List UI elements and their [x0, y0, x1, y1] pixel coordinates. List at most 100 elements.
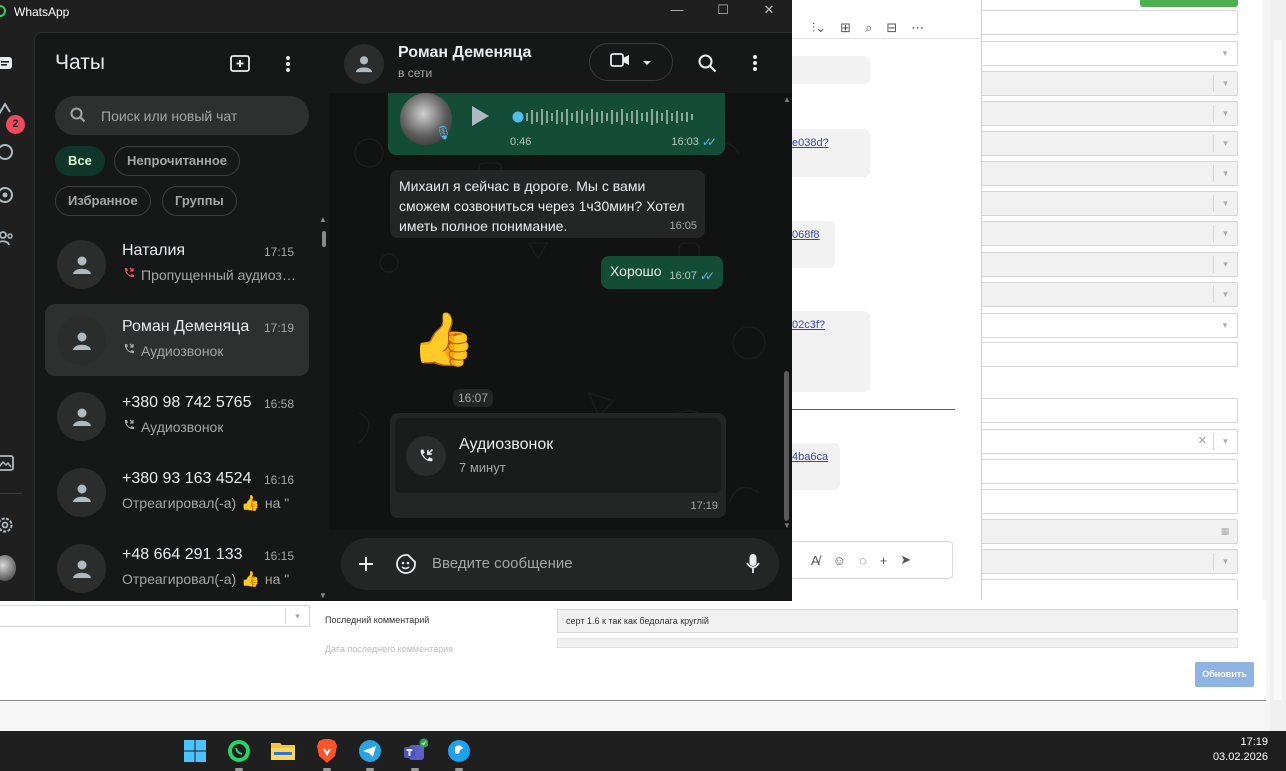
filter-unread[interactable]: Непрочитанное: [114, 146, 241, 176]
chevron-down-icon: [642, 53, 652, 71]
chat-preview: Аудиозвонок: [141, 342, 224, 359]
settings-icon[interactable]: [0, 514, 16, 536]
play-icon[interactable]: [470, 105, 490, 130]
bottom-select[interactable]: ▾: [0, 605, 310, 627]
chat-name: Наталия: [122, 242, 186, 259]
incoming-message-bubble[interactable]: Михаил я сейчас в дороге. Мы с вами смож…: [390, 170, 705, 238]
channels-icon[interactable]: [0, 141, 16, 163]
comment-link[interactable]: 4ba6ca: [792, 451, 828, 463]
thumbs-up-sticker[interactable]: 👍: [411, 310, 476, 370]
send-icon[interactable]: ➤: [900, 552, 911, 568]
whatsapp-taskbar-icon[interactable]: [225, 737, 253, 771]
filter-groups[interactable]: Группы: [162, 186, 237, 216]
chat-time: 16:58: [263, 397, 294, 411]
scroll-down-arrow[interactable]: ▼: [783, 521, 791, 530]
scroll-up-arrow[interactable]: ▲: [319, 215, 327, 224]
crm-select[interactable]: ▾: [980, 41, 1238, 66]
maximize-button[interactable]: ☐: [700, 2, 746, 18]
crm-green-button[interactable]: [1140, 0, 1238, 7]
mention-icon[interactable]: ◌: [859, 553, 867, 568]
panel-icon[interactable]: ⊟: [886, 20, 897, 36]
sticker-emoji-icon[interactable]: [394, 552, 418, 576]
message-time: 16:07 ✓✓: [669, 269, 715, 283]
contact-avatar-icon[interactable]: [344, 44, 384, 84]
format-icon[interactable]: A̸: [811, 553, 820, 568]
comment-bubble: 068f8: [790, 221, 835, 268]
video-call-button[interactable]: [589, 43, 673, 81]
search-input[interactable]: Поиск или новый чат: [55, 96, 309, 135]
crm-select[interactable]: ▾: [980, 161, 1238, 186]
windows-start-icon[interactable]: [181, 737, 209, 765]
system-clock[interactable]: 17:19 03.02.2026: [1213, 735, 1268, 765]
crm-field[interactable]: [980, 489, 1238, 514]
audio-wave-icon[interactable]: ⫶⌄: [812, 20, 826, 36]
crm-field[interactable]: [980, 10, 1238, 35]
crm-field[interactable]: [980, 459, 1238, 484]
crm-select[interactable]: ✕ ▾: [980, 429, 1238, 454]
crm-select[interactable]: ▾: [980, 282, 1238, 307]
crm-select[interactable]: ▾: [980, 71, 1238, 96]
voice-waveform[interactable]: [512, 107, 702, 127]
crm-select[interactable]: ▾: [980, 549, 1238, 574]
new-chat-icon[interactable]: [227, 51, 253, 77]
contact-name[interactable]: Роман Деменяца: [398, 44, 531, 62]
chat-list-item[interactable]: +380 93 163 4524 16:16 Отреагировал(-а) …: [45, 456, 309, 528]
message-composer[interactable]: Введите сообщение: [341, 538, 779, 590]
scroll-up-arrow[interactable]: ▲: [783, 95, 791, 104]
crm-select[interactable]: ▾: [980, 131, 1238, 156]
chat-time: 17:15: [263, 245, 294, 259]
filter-all[interactable]: Все: [55, 146, 105, 176]
comment-input-toolbar[interactable]: A̸ ☺ ◌ + ➤: [790, 541, 953, 579]
scroll-down-arrow[interactable]: ▼: [319, 591, 327, 600]
comment-link[interactable]: 02c3f?: [792, 319, 825, 331]
crm-select[interactable]: ▾: [980, 221, 1238, 246]
add-icon[interactable]: +: [880, 553, 888, 568]
last-comment-date-value[interactable]: [557, 638, 1238, 648]
page-scrollbar[interactable]: [1270, 0, 1286, 731]
minimize-button[interactable]: —: [654, 2, 700, 17]
comment-link[interactable]: 068f8: [792, 229, 820, 241]
chat-list-item[interactable]: Наталия 17:15 Пропущенный аудиозвонок: [45, 228, 309, 300]
media-icon[interactable]: [0, 452, 16, 474]
groups-icon[interactable]: [0, 227, 16, 249]
crm-field[interactable]: [980, 342, 1238, 367]
file-explorer-icon[interactable]: [269, 737, 297, 765]
menu-icon[interactable]: [743, 51, 767, 75]
communities-icon[interactable]: [0, 184, 16, 206]
voice-message-bubble[interactable]: 🎙 0:46 16:03 ✓✓: [388, 93, 725, 155]
search-placeholder: Поиск или новый чат: [101, 108, 238, 124]
call-card[interactable]: Аудиозвонок 7 минут: [395, 418, 721, 493]
crm-select[interactable]: ▾: [980, 313, 1238, 338]
chat-list-scrollbar[interactable]: [322, 231, 326, 247]
profile-avatar[interactable]: [0, 555, 16, 581]
teams-icon[interactable]: [401, 737, 429, 771]
search-icon[interactable]: [695, 51, 719, 75]
crm-field[interactable]: [980, 398, 1238, 423]
skype-icon[interactable]: [445, 737, 473, 771]
comment-link[interactable]: e038d?: [792, 137, 829, 149]
more-icon[interactable]: ⋯: [911, 20, 924, 36]
attach-plus-icon[interactable]: [354, 552, 378, 576]
outgoing-message-bubble[interactable]: Хорошо 16:07 ✓✓: [601, 256, 723, 289]
last-comment-value[interactable]: серт 1.6 к так как бедолага круглій: [557, 609, 1238, 633]
microphone-icon[interactable]: [741, 552, 765, 576]
telegram-icon[interactable]: [356, 737, 384, 771]
messages-scrollbar[interactable]: [784, 371, 789, 521]
crm-select[interactable]: ▾: [980, 191, 1238, 216]
chats-icon[interactable]: [0, 52, 16, 74]
chat-list-item[interactable]: +48 664 291 133 16:15 Отреагировал(-а) 👍…: [45, 532, 309, 601]
emoji-icon[interactable]: ☺: [833, 553, 846, 568]
update-button[interactable]: Обновить: [1195, 662, 1254, 687]
brave-browser-icon[interactable]: [313, 737, 341, 771]
crm-select[interactable]: ▾: [980, 101, 1238, 126]
filter-favorites[interactable]: Избранное: [55, 186, 151, 216]
chat-list-item[interactable]: +380 98 742 5765 16:58 Аудиозвонок: [45, 380, 309, 452]
crm-date-field[interactable]: ▦: [980, 519, 1238, 544]
call-message-bubble[interactable]: Аудиозвонок 7 минут 17:19: [390, 413, 726, 518]
apps-icon[interactable]: ⊞: [840, 20, 851, 36]
menu-icon[interactable]: [275, 51, 301, 77]
close-button[interactable]: ✕: [746, 2, 792, 18]
search-icon[interactable]: ⌕: [865, 20, 872, 36]
chat-list-item-selected[interactable]: Роман Деменяца 17:19 Аудиозвонок: [45, 304, 309, 376]
crm-select[interactable]: ▾: [980, 252, 1238, 277]
